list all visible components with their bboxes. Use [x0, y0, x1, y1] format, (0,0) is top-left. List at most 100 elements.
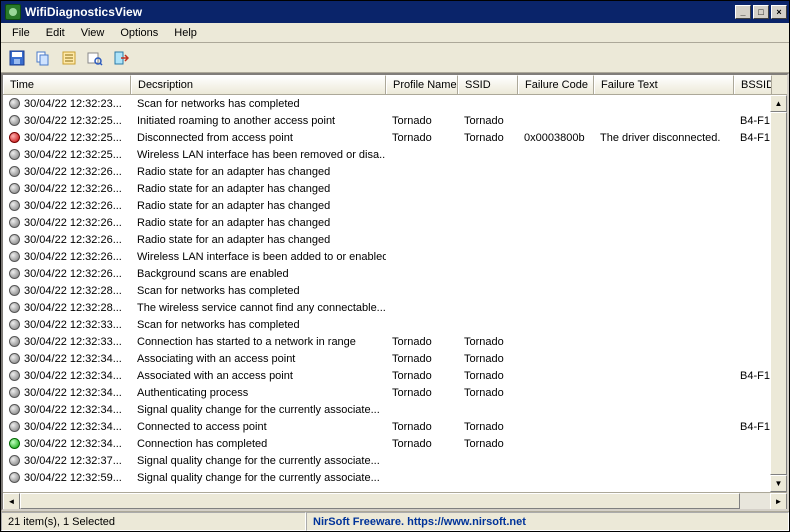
- table-row[interactable]: 30/04/22 12:32:26...Radio state for an a…: [3, 231, 787, 248]
- cell-profile: [386, 409, 458, 411]
- table-row[interactable]: 30/04/22 12:32:28...The wireless service…: [3, 299, 787, 316]
- cell-time: 30/04/22 12:32:26...: [24, 166, 122, 178]
- header-profile[interactable]: Profile Name: [386, 75, 458, 94]
- menu-file[interactable]: File: [5, 25, 37, 41]
- minimize-button[interactable]: _: [735, 5, 751, 19]
- table-row[interactable]: 30/04/22 12:32:34...Associated with an a…: [3, 367, 787, 384]
- table-row[interactable]: 30/04/22 12:32:26...Radio state for an a…: [3, 197, 787, 214]
- save-button[interactable]: [7, 48, 27, 68]
- cell-profile: Tornado: [386, 437, 458, 451]
- header-failure-code[interactable]: Failure Code: [518, 75, 594, 94]
- cell-description: Scan for networks has completed: [131, 97, 386, 111]
- table-row[interactable]: 30/04/22 12:32:25...Initiated roaming to…: [3, 112, 787, 129]
- table-row[interactable]: 30/04/22 12:32:26... Radio state for an a…: [3, 214, 787, 231]
- cell-ssid: [458, 222, 518, 224]
- cell-ssid: [458, 239, 518, 241]
- cell-profile: Tornado: [386, 420, 458, 434]
- cell-bssid: [734, 477, 772, 479]
- cell-description: The wireless service cannot find any con…: [131, 301, 386, 315]
- status-link[interactable]: NirSoft Freeware. https://www.nirsoft.ne…: [306, 512, 789, 531]
- table-row[interactable]: 30/04/22 12:32:33...Connection has start…: [3, 333, 787, 350]
- cell-time: 30/04/22 12:32:34...: [24, 421, 122, 433]
- header-failure-text[interactable]: Failure Text: [594, 75, 734, 94]
- cell-failure-text: [594, 409, 734, 411]
- cell-failure-text: [594, 307, 734, 309]
- table-row[interactable]: 30/04/22 12:32:34...Connection has compl…: [3, 435, 787, 452]
- cell-failure-code: [518, 460, 594, 462]
- status-dot-icon: [9, 183, 20, 194]
- cell-description: Associated with an access point: [131, 369, 386, 383]
- table-row[interactable]: 30/04/22 12:32:26...Radio state for an a…: [3, 180, 787, 197]
- cell-failure-code: [518, 341, 594, 343]
- cell-failure-code: [518, 154, 594, 156]
- menu-options[interactable]: Options: [113, 25, 165, 41]
- cell-failure-code: [518, 256, 594, 258]
- table-row[interactable]: 30/04/22 12:32:34...Connected to access …: [3, 418, 787, 435]
- cell-time: 30/04/22 12:32:33...: [24, 319, 122, 331]
- cell-failure-code: [518, 426, 594, 428]
- cell-failure-code: [518, 120, 594, 122]
- cell-bssid: [734, 171, 772, 173]
- vscroll-thumb[interactable]: [770, 112, 787, 475]
- cell-description: Radio state for an adapter has changed: [131, 199, 386, 213]
- table-row[interactable]: 30/04/22 12:32:59...Signal quality chang…: [3, 469, 787, 486]
- maximize-button[interactable]: □: [753, 5, 769, 19]
- close-button[interactable]: ×: [771, 5, 787, 19]
- table-row[interactable]: 30/04/22 12:32:34...Associating with an …: [3, 350, 787, 367]
- cell-description: Radio state for an adapter has changed: [131, 182, 386, 196]
- find-button[interactable]: [85, 48, 105, 68]
- cell-bssid: [734, 307, 772, 309]
- menu-view[interactable]: View: [74, 25, 112, 41]
- scroll-right-button[interactable]: ►: [770, 493, 787, 510]
- table-row[interactable]: 30/04/22 12:32:26...Radio state for an a…: [3, 163, 787, 180]
- cell-time: 30/04/22 12:32:26...: [24, 217, 122, 229]
- cell-time: 30/04/22 12:32:59...: [24, 472, 122, 484]
- table-row[interactable]: 30/04/22 12:32:37...Signal quality chang…: [3, 452, 787, 469]
- titlebar[interactable]: WifiDiagnosticsView _ □ ×: [1, 1, 789, 23]
- cell-description: Wireless LAN interface has been removed …: [131, 148, 386, 162]
- scroll-down-button[interactable]: ▼: [770, 475, 787, 492]
- cell-bssid: [734, 239, 772, 241]
- cell-profile: [386, 290, 458, 292]
- menu-help[interactable]: Help: [167, 25, 204, 41]
- table-row[interactable]: 30/04/22 12:32:25...Wireless LAN interfa…: [3, 146, 787, 163]
- header-bssid[interactable]: BSSID: [734, 75, 772, 94]
- cell-failure-code: [518, 307, 594, 309]
- cell-failure-text: [594, 358, 734, 360]
- vertical-scrollbar[interactable]: ▲ ▼: [770, 95, 787, 492]
- header-description[interactable]: Decsription: [131, 75, 386, 94]
- status-dot-icon: [9, 404, 20, 415]
- table-row[interactable]: 30/04/22 12:32:25...Disconnected from ac…: [3, 129, 787, 146]
- status-dot-icon: [9, 353, 20, 364]
- cell-bssid: [734, 188, 772, 190]
- statusbar: 21 item(s), 1 Selected NirSoft Freeware.…: [1, 511, 789, 531]
- cell-profile: [386, 154, 458, 156]
- table-row[interactable]: 30/04/22 12:32:34...Authenticating proce…: [3, 384, 787, 401]
- cell-description: Signal quality change for the currently …: [131, 454, 386, 468]
- properties-button[interactable]: [59, 48, 79, 68]
- cell-failure-text: [594, 205, 734, 207]
- table-row[interactable]: 30/04/22 12:32:26...Background scans are…: [3, 265, 787, 282]
- exit-button[interactable]: [111, 48, 131, 68]
- hscroll-thumb[interactable]: [20, 493, 740, 509]
- table-row[interactable]: 30/04/22 12:32:23...Scan for networks ha…: [3, 95, 787, 112]
- cell-ssid: [458, 307, 518, 309]
- header-ssid[interactable]: SSID: [458, 75, 518, 94]
- header-time[interactable]: Time: [3, 75, 131, 94]
- cell-ssid: Tornado: [458, 352, 518, 366]
- menu-edit[interactable]: Edit: [39, 25, 72, 41]
- copy-button[interactable]: [33, 48, 53, 68]
- cell-description: Radio state for an adapter has changed: [131, 216, 386, 230]
- scroll-up-button[interactable]: ▲: [770, 95, 787, 112]
- cell-failure-text: [594, 460, 734, 462]
- scroll-left-button[interactable]: ◄: [3, 493, 20, 510]
- table-row[interactable]: 30/04/22 12:32:34...Signal quality chang…: [3, 401, 787, 418]
- list-view[interactable]: Time Decsription Profile Name SSID Failu…: [1, 73, 789, 511]
- cell-failure-text: [594, 188, 734, 190]
- cell-failure-code: [518, 375, 594, 377]
- table-row[interactable]: 30/04/22 12:32:33...Scan for networks ha…: [3, 316, 787, 333]
- table-row[interactable]: 30/04/22 12:32:28...Scan for networks ha…: [3, 282, 787, 299]
- horizontal-scrollbar[interactable]: ◄ ►: [3, 492, 787, 509]
- status-dot-icon: [9, 438, 20, 449]
- table-row[interactable]: 30/04/22 12:32:26...Wireless LAN interfa…: [3, 248, 787, 265]
